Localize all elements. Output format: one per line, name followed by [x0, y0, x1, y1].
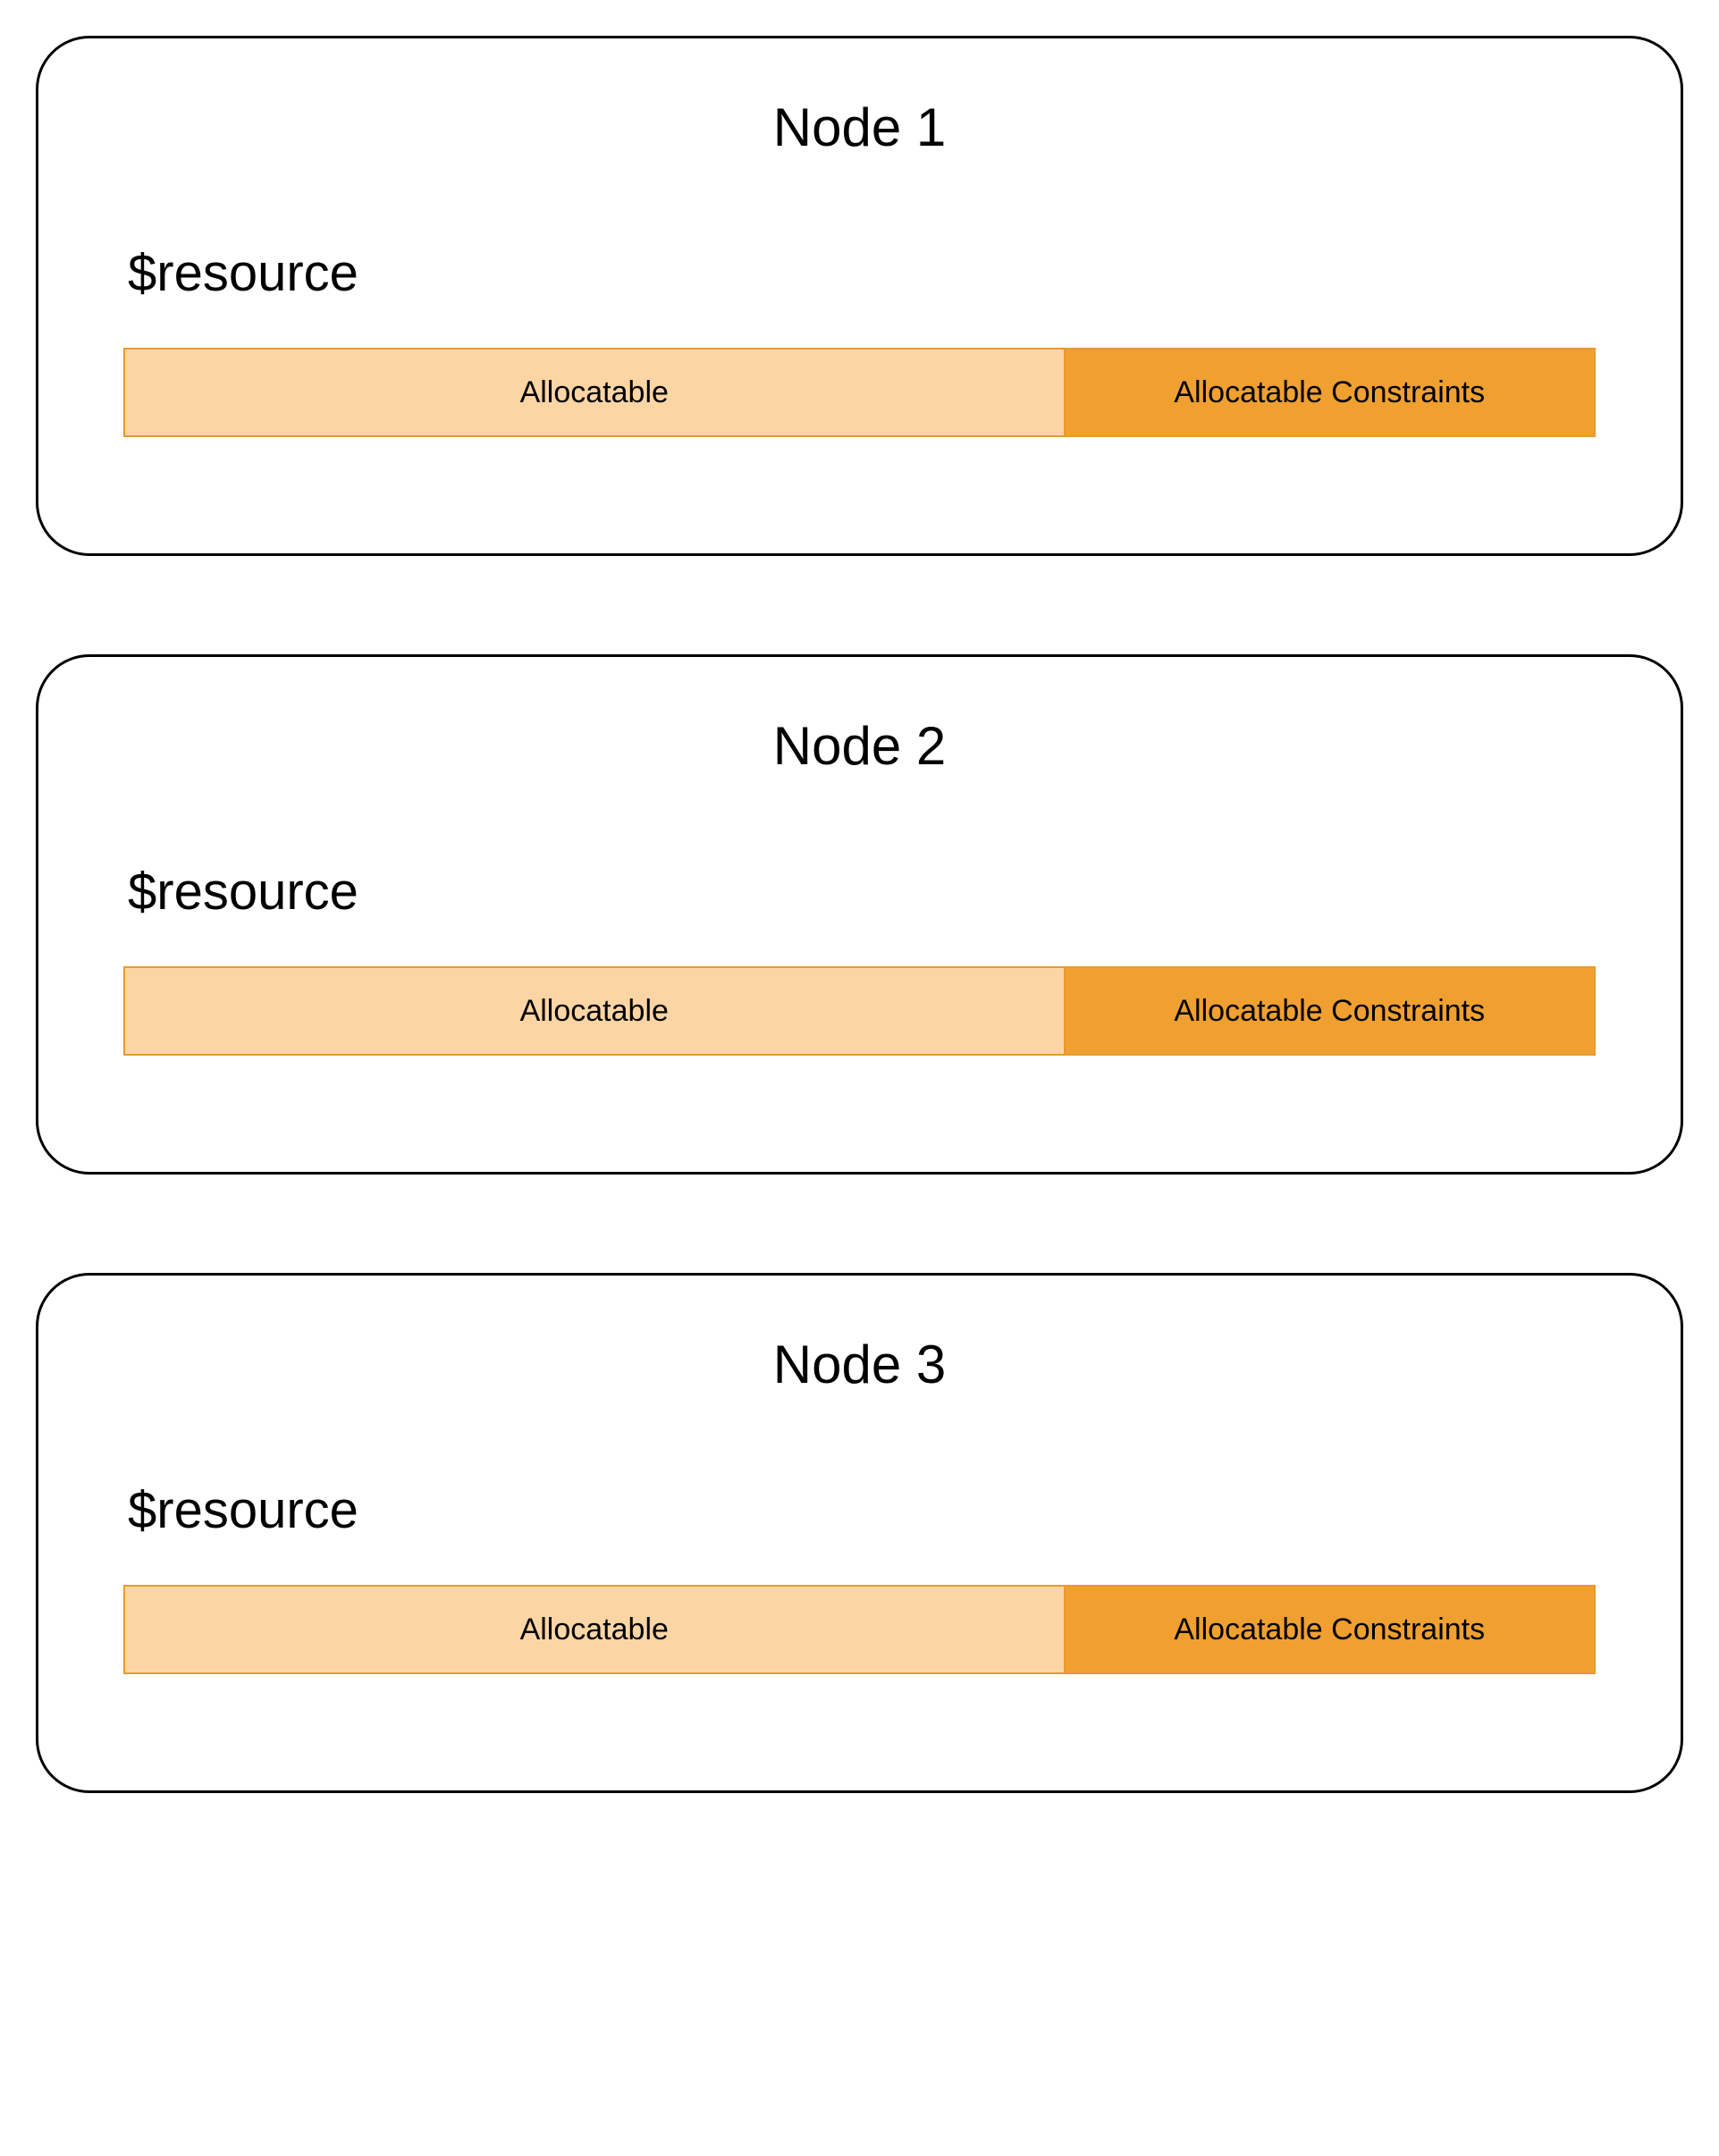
allocatable-segment: Allocatable: [125, 1587, 1066, 1672]
resource-bar: Allocatable Allocatable Constraints: [123, 966, 1596, 1056]
resource-bar: Allocatable Allocatable Constraints: [123, 348, 1596, 437]
constraints-segment: Allocatable Constraints: [1066, 968, 1594, 1054]
node-title: Node 1: [123, 97, 1596, 158]
node-card-3: Node 3 $resource Allocatable Allocatable…: [36, 1273, 1683, 1793]
node-card-2: Node 2 $resource Allocatable Allocatable…: [36, 654, 1683, 1175]
constraints-segment: Allocatable Constraints: [1066, 350, 1594, 435]
node-title: Node 3: [123, 1334, 1596, 1395]
resource-label: $resource: [128, 1480, 1596, 1540]
constraints-segment: Allocatable Constraints: [1066, 1587, 1594, 1672]
allocatable-segment: Allocatable: [125, 968, 1066, 1054]
nodes-container: Node 1 $resource Allocatable Allocatable…: [36, 36, 1683, 1793]
allocatable-segment: Allocatable: [125, 350, 1066, 435]
resource-label: $resource: [128, 243, 1596, 303]
node-card-1: Node 1 $resource Allocatable Allocatable…: [36, 36, 1683, 556]
resource-label: $resource: [128, 862, 1596, 922]
resource-bar: Allocatable Allocatable Constraints: [123, 1585, 1596, 1674]
node-title: Node 2: [123, 715, 1596, 777]
